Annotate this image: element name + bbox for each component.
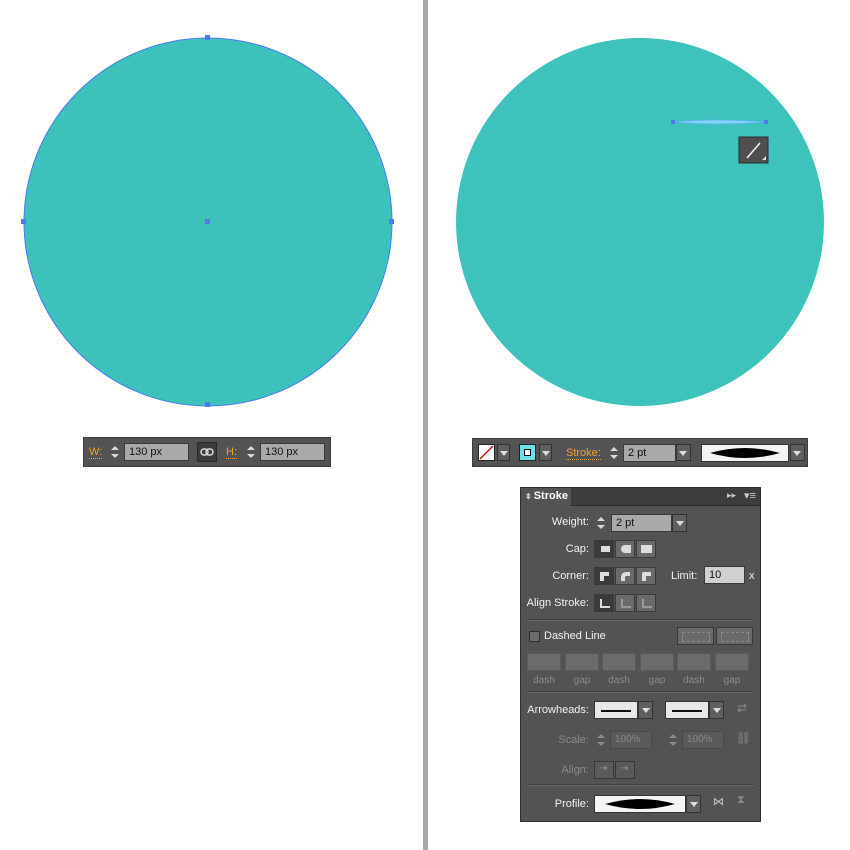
dash-field-2[interactable] xyxy=(602,653,636,671)
gap-label-1: gap xyxy=(573,675,591,686)
control-bar: Stroke: 2 pt xyxy=(472,438,808,467)
corner-label: Corner: xyxy=(552,570,589,582)
corner-buttons xyxy=(594,567,660,585)
arrow-tip-beyond-icon[interactable]: ⇥ xyxy=(594,761,614,779)
width-stepper[interactable] xyxy=(108,443,122,461)
start-arrowhead-select[interactable] xyxy=(594,701,638,719)
dashed-line-label: Dashed Line xyxy=(544,630,606,642)
profile-dropdown-button[interactable] xyxy=(790,444,805,461)
round-cap-icon[interactable] xyxy=(615,540,635,558)
panel-menu-icon[interactable]: ▾≡ xyxy=(744,489,756,502)
stroke-panel: ⬍ Stroke ▸▸ ▾≡ Weight: 2 pt Cap: Corner: … xyxy=(520,487,761,822)
height-stepper[interactable] xyxy=(244,443,258,461)
align-inside-icon[interactable] xyxy=(615,594,635,612)
limit-unit: x xyxy=(749,570,755,582)
arrow-tip-at-end-icon[interactable]: ⇥ xyxy=(615,761,635,779)
line-segment-icon xyxy=(738,136,769,164)
panel-title: Stroke xyxy=(533,490,568,502)
scale-label: Scale: xyxy=(558,734,589,746)
none-fill-swatch-icon[interactable] xyxy=(478,444,495,461)
center-point[interactable] xyxy=(205,219,210,224)
start-arrowhead-dropdown[interactable] xyxy=(638,701,653,719)
weight-dropdown[interactable] xyxy=(672,514,687,532)
width-label: W: xyxy=(89,446,103,459)
limit-input[interactable]: 10 xyxy=(704,566,745,584)
weight-label: Weight: xyxy=(551,516,589,528)
tab-toggle-icon: ⬍ xyxy=(525,492,532,501)
arrowheads-label: Arrowheads: xyxy=(527,704,589,716)
scale-start-stepper[interactable] xyxy=(594,731,608,749)
end-arrowhead-select[interactable] xyxy=(665,701,709,719)
drawn-line-path[interactable] xyxy=(672,119,767,125)
limit-label: Limit: xyxy=(671,570,698,582)
stroke-weight-dropdown[interactable] xyxy=(676,444,691,461)
stroke-label: Stroke: xyxy=(566,447,601,460)
dash-label-3: dash xyxy=(683,675,705,686)
stroke-dropdown-button[interactable] xyxy=(539,444,552,461)
height-input[interactable]: 130 px xyxy=(260,443,325,461)
scale-end-input[interactable]: 100% xyxy=(682,731,724,749)
align-arrow-label: Align: xyxy=(561,764,589,776)
flip-along-icon[interactable]: ⋈ xyxy=(713,795,724,808)
dash-label-2: dash xyxy=(608,675,630,686)
circle-shape[interactable] xyxy=(456,38,824,406)
line-anchor-end[interactable] xyxy=(764,120,768,124)
miter-join-icon[interactable] xyxy=(594,567,614,585)
scale-end-stepper[interactable] xyxy=(666,731,680,749)
projecting-cap-icon[interactable] xyxy=(636,540,656,558)
stroke-weight-input[interactable]: 2 pt xyxy=(623,444,676,462)
cap-label: Cap: xyxy=(565,543,589,555)
preserve-dash-icon[interactable] xyxy=(677,627,714,645)
swap-arrowheads-icon[interactable]: ⇄ xyxy=(737,701,747,715)
cap-buttons xyxy=(594,540,660,558)
butt-cap-icon[interactable] xyxy=(594,540,614,558)
width-input[interactable]: 130 px xyxy=(124,443,189,461)
profile-dropdown[interactable] xyxy=(686,795,701,813)
align-outside-icon[interactable] xyxy=(636,594,656,612)
flip-across-icon[interactable]: ⧗ xyxy=(737,794,745,807)
anchor-point-right[interactable] xyxy=(389,219,394,224)
gap-label-2: gap xyxy=(648,675,666,686)
gap-field-3[interactable] xyxy=(715,653,749,671)
end-arrowhead-dropdown[interactable] xyxy=(709,701,724,719)
divider-1 xyxy=(527,619,754,621)
scale-start-input[interactable]: 100% xyxy=(610,731,652,749)
link-scale-icon[interactable]: ⛓ xyxy=(736,731,751,745)
stroke-weight-stepper[interactable] xyxy=(607,444,621,462)
width-profile-select[interactable] xyxy=(594,795,686,813)
gap-field-1[interactable] xyxy=(565,653,599,671)
dashed-line-checkbox[interactable] xyxy=(529,631,540,642)
stroke-swatch-icon[interactable] xyxy=(519,444,536,461)
align-dash-icon[interactable] xyxy=(716,627,753,645)
divider-3 xyxy=(527,784,754,786)
divider-2 xyxy=(527,691,754,693)
align-center-icon[interactable] xyxy=(594,594,614,612)
artboard-canvas xyxy=(21,35,824,407)
align-stroke-buttons xyxy=(594,594,660,612)
weight-input[interactable]: 2 pt xyxy=(611,514,672,532)
anchor-point-top[interactable] xyxy=(205,35,210,40)
align-stroke-label: Align Stroke: xyxy=(526,597,589,609)
dash-field-3[interactable] xyxy=(677,653,711,671)
anchor-point-bottom[interactable] xyxy=(205,402,210,407)
width-profile-icon[interactable] xyxy=(701,444,789,462)
line-anchor-start[interactable] xyxy=(671,120,675,124)
anchor-point-left[interactable] xyxy=(21,219,26,224)
height-label: H: xyxy=(226,446,237,459)
profile-label: Profile: xyxy=(554,798,589,810)
fill-dropdown-button[interactable] xyxy=(497,444,510,461)
round-join-icon[interactable] xyxy=(615,567,635,585)
collapse-icon[interactable]: ▸▸ xyxy=(727,490,736,501)
dash-field-1[interactable] xyxy=(527,653,561,671)
dash-label-1: dash xyxy=(533,675,555,686)
panel-tab-stroke[interactable]: ⬍ Stroke xyxy=(521,488,571,506)
link-icon[interactable] xyxy=(197,442,217,462)
gap-label-3: gap xyxy=(723,675,741,686)
bevel-join-icon[interactable] xyxy=(636,567,656,585)
weight-stepper[interactable] xyxy=(594,514,608,532)
panel-header: ⬍ Stroke ▸▸ ▾≡ xyxy=(521,488,760,506)
gap-field-2[interactable] xyxy=(640,653,674,671)
transform-bar: W: 130 px H: 130 px xyxy=(83,437,331,467)
